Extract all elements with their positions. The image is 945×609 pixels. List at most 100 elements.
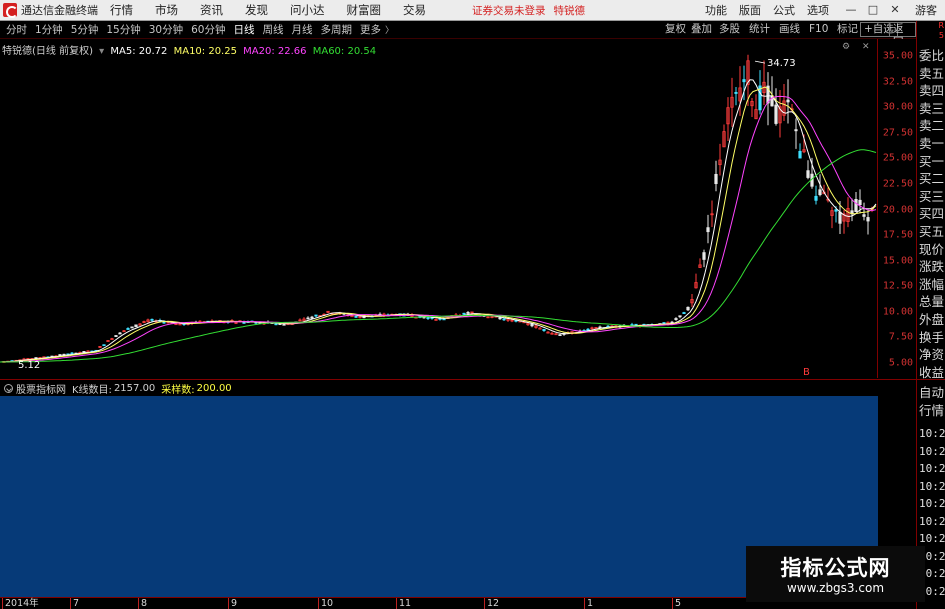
dropdown-icon[interactable]: ▾	[99, 46, 104, 57]
indicator-name[interactable]: 股票指标网	[16, 381, 66, 396]
candle-body	[134, 324, 138, 328]
period-15min[interactable]: 15分钟	[106, 22, 140, 37]
back-button[interactable]: 返回	[889, 22, 916, 48]
menu-layout[interactable]: 版面	[739, 2, 761, 18]
candle-body	[834, 209, 838, 212]
kline-chart-panel[interactable]: 34.73 5.12 B 特锐德(日线 前复权) ▾ MA5: 20.72 MA10…	[0, 39, 878, 378]
menu-news[interactable]: 资讯	[200, 2, 223, 18]
quote-label: 涨幅	[919, 276, 945, 292]
draw-line-button[interactable]: 画线	[776, 21, 803, 38]
candle-body	[118, 332, 122, 335]
stock-name-link[interactable]: 特锐德	[554, 3, 586, 18]
candle-body	[502, 318, 506, 321]
period-5min[interactable]: 5分钟	[71, 22, 99, 37]
quote-label: 现价	[919, 241, 945, 257]
indicator-toggle-icon[interactable]	[4, 383, 13, 393]
period-multi[interactable]: 多周期	[321, 22, 353, 37]
price-axis: 35.00 32.50 30.00 27.50 25.00 22.50 20.00 17.50…	[878, 39, 916, 378]
candle-body	[734, 91, 738, 94]
login-alert[interactable]: 证券交易未登录	[472, 3, 546, 18]
period-60min[interactable]: 60分钟	[191, 22, 225, 37]
menu-functions[interactable]: 功能	[705, 2, 727, 18]
sample-label: 采样数:	[161, 384, 195, 396]
statistics-button[interactable]: 统计	[746, 21, 773, 38]
overlay-button[interactable]: 叠加	[688, 21, 715, 38]
quote-label: 卖一	[919, 136, 945, 151]
period-daily[interactable]: 日线	[234, 22, 255, 37]
candle-body	[114, 335, 118, 337]
maximize-icon[interactable]: □	[865, 3, 881, 17]
quote-label: 委比	[919, 48, 945, 63]
candle-body	[530, 323, 534, 327]
candle-body	[682, 312, 686, 314]
candle-body	[274, 323, 278, 326]
menu-discover[interactable]: 发现	[245, 2, 268, 18]
price-tick: 20.00	[882, 204, 913, 215]
menu-formula[interactable]: 公式	[773, 2, 795, 18]
menu-trade[interactable]: 交易	[403, 2, 426, 18]
candle-body	[70, 352, 74, 355]
menu-ask-xiaoda[interactable]: 问小达	[290, 2, 325, 18]
period-more[interactable]: 更多	[360, 22, 381, 37]
f10-button[interactable]: F10	[806, 21, 831, 38]
moving-average-line	[0, 95, 877, 363]
app-logo-icon	[3, 3, 18, 18]
ticks-label[interactable]: 行情	[919, 402, 944, 419]
side-top-marks: R 5	[917, 21, 945, 43]
tick-time: 10:26	[919, 444, 945, 458]
candle-body	[862, 214, 866, 217]
minimize-icon[interactable]: —	[843, 3, 859, 17]
period-toolbar: 分时 1分钟 5分钟 15分钟 30分钟 60分钟 日线 周线 月线 多周期 更…	[0, 21, 916, 48]
multi-stock-button[interactable]: 多股	[716, 21, 743, 38]
x-label-jan: 1	[584, 598, 593, 609]
candle-body	[714, 173, 718, 185]
period-weekly[interactable]: 周线	[263, 22, 284, 37]
candle-body	[794, 129, 798, 132]
period-30min[interactable]: 30分钟	[149, 22, 183, 37]
x-label-jul: 7	[70, 598, 79, 609]
k-count-value: 2157.00	[113, 382, 156, 394]
settings-gear-icon[interactable]: ⚙	[842, 43, 851, 52]
menu-quotes[interactable]: 行情	[110, 2, 133, 18]
guest-account[interactable]: 游客	[915, 2, 937, 18]
more-chevron-icon[interactable]: 〉	[385, 23, 394, 36]
close-icon[interactable]: ✕	[887, 3, 903, 17]
x-label-sep: 9	[228, 598, 237, 609]
period-intraday[interactable]: 分时	[6, 22, 27, 37]
quote-label: 换手	[919, 329, 945, 345]
price-tick: 32.50	[882, 76, 913, 88]
mark-button[interactable]: 标记	[834, 21, 861, 38]
candle-body	[462, 312, 466, 315]
price-tick: 7.50	[888, 331, 913, 343]
period-1min[interactable]: 1分钟	[35, 22, 63, 37]
panel-close-icon[interactable]: ✕	[862, 43, 871, 52]
candle-body	[466, 312, 470, 314]
auto-label[interactable]: 自动	[919, 384, 944, 401]
tick-time: 10:26	[919, 514, 945, 528]
menu-options[interactable]: 选项	[807, 2, 829, 18]
price-tick: 25.00	[882, 152, 913, 164]
candle-body	[306, 317, 310, 320]
tick-time: 10:26	[919, 462, 945, 475]
menu-market[interactable]: 市场	[155, 2, 178, 18]
candle-body	[310, 316, 314, 319]
adjust-button[interactable]: 复权	[662, 21, 689, 38]
candle-body	[350, 315, 354, 318]
candle-body	[798, 150, 802, 159]
ma10-label: MA10: 20.25	[173, 46, 237, 57]
kline-chart-svg[interactable]: 34.73 5.12 B	[0, 39, 878, 378]
moving-average-line	[0, 79, 877, 363]
menu-wealth-circle[interactable]: 财富圈	[347, 2, 382, 18]
x-label-oct: 10	[318, 598, 333, 609]
period-monthly[interactable]: 月线	[292, 22, 313, 37]
candle-body	[102, 344, 106, 347]
candle-body	[282, 323, 286, 326]
x-label-may: 5	[672, 598, 681, 609]
price-tick: 12.50	[882, 280, 913, 292]
candle-body	[126, 328, 130, 330]
candle-body	[706, 227, 710, 233]
price-tick: 17.50	[882, 229, 913, 241]
k-count-label: K线数目:	[72, 384, 112, 396]
side-mark-r: R	[938, 21, 944, 30]
candle-body	[806, 170, 810, 178]
